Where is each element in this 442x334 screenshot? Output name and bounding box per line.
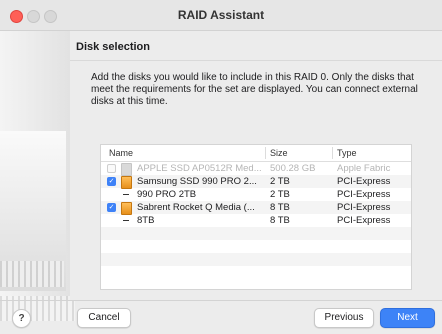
partition-name: 990 PRO 2TB	[137, 189, 197, 200]
partition-size: 8 TB	[270, 215, 290, 226]
disk-type: Apple Fabric	[337, 163, 391, 174]
disk-type: PCI-Express	[337, 176, 391, 187]
column-separator	[332, 147, 333, 159]
table-row[interactable]: ✓ Sabrent Rocket Q Media (... 8 TB PCI-E…	[101, 201, 411, 215]
disk-size: 500.28 GB	[270, 163, 316, 174]
cancel-button[interactable]: Cancel	[77, 308, 131, 328]
disk-checkbox[interactable]: ✓	[107, 177, 116, 186]
partition-type: PCI-Express	[337, 215, 391, 226]
partition-size: 2 TB	[270, 189, 290, 200]
table-row: APPLE SSD AP0512R Med... 500.28 GB Apple…	[101, 162, 411, 176]
mac-pro-illustration	[0, 31, 75, 321]
row-stripe	[101, 227, 411, 240]
column-separator	[265, 147, 266, 159]
title-bar: RAID Assistant	[0, 0, 442, 31]
description-text: Add the disks you would like to include …	[91, 72, 418, 107]
column-header-size[interactable]: Size	[270, 148, 288, 158]
table-row[interactable]: ✓ Samsung SSD 990 PRO 2... 2 TB PCI-Expr…	[101, 175, 411, 189]
header-divider	[70, 60, 442, 61]
disk-size: 2 TB	[270, 176, 290, 187]
previous-button[interactable]: Previous	[314, 308, 374, 328]
partition-dash-icon	[123, 194, 129, 195]
window-title: RAID Assistant	[177, 8, 265, 22]
disk-type: PCI-Express	[337, 202, 391, 213]
partition-type: PCI-Express	[337, 189, 391, 200]
column-header-name[interactable]: Name	[109, 148, 133, 158]
section-header: Disk selection	[76, 41, 150, 53]
raid-assistant-window: RAID Assistant Disk selection Add the di…	[0, 0, 442, 334]
table-row: 8TB 8 TB PCI-Express	[101, 214, 411, 227]
table-header: Name Size Type	[101, 145, 411, 162]
partition-dash-icon	[123, 220, 129, 221]
row-stripe	[101, 253, 411, 266]
disk-checkbox[interactable]: ✓	[107, 203, 116, 212]
column-header-type[interactable]: Type	[337, 148, 357, 158]
partition-name: 8TB	[137, 215, 155, 226]
disk-table: Name Size Type APPLE SSD AP0512R Med... …	[100, 144, 412, 290]
illustration-grill	[0, 261, 64, 287]
table-row: 990 PRO 2TB 2 TB PCI-Express	[101, 188, 411, 201]
footer-divider	[0, 300, 442, 301]
disk-size: 8 TB	[270, 202, 290, 213]
disk-name: Sabrent Rocket Q Media (...	[137, 202, 255, 213]
next-button[interactable]: Next	[380, 308, 435, 328]
disk-checkbox	[107, 164, 116, 173]
disk-name: APPLE SSD AP0512R Med...	[137, 163, 262, 174]
help-button[interactable]: ?	[12, 309, 31, 328]
disk-name: Samsung SSD 990 PRO 2...	[137, 176, 257, 187]
